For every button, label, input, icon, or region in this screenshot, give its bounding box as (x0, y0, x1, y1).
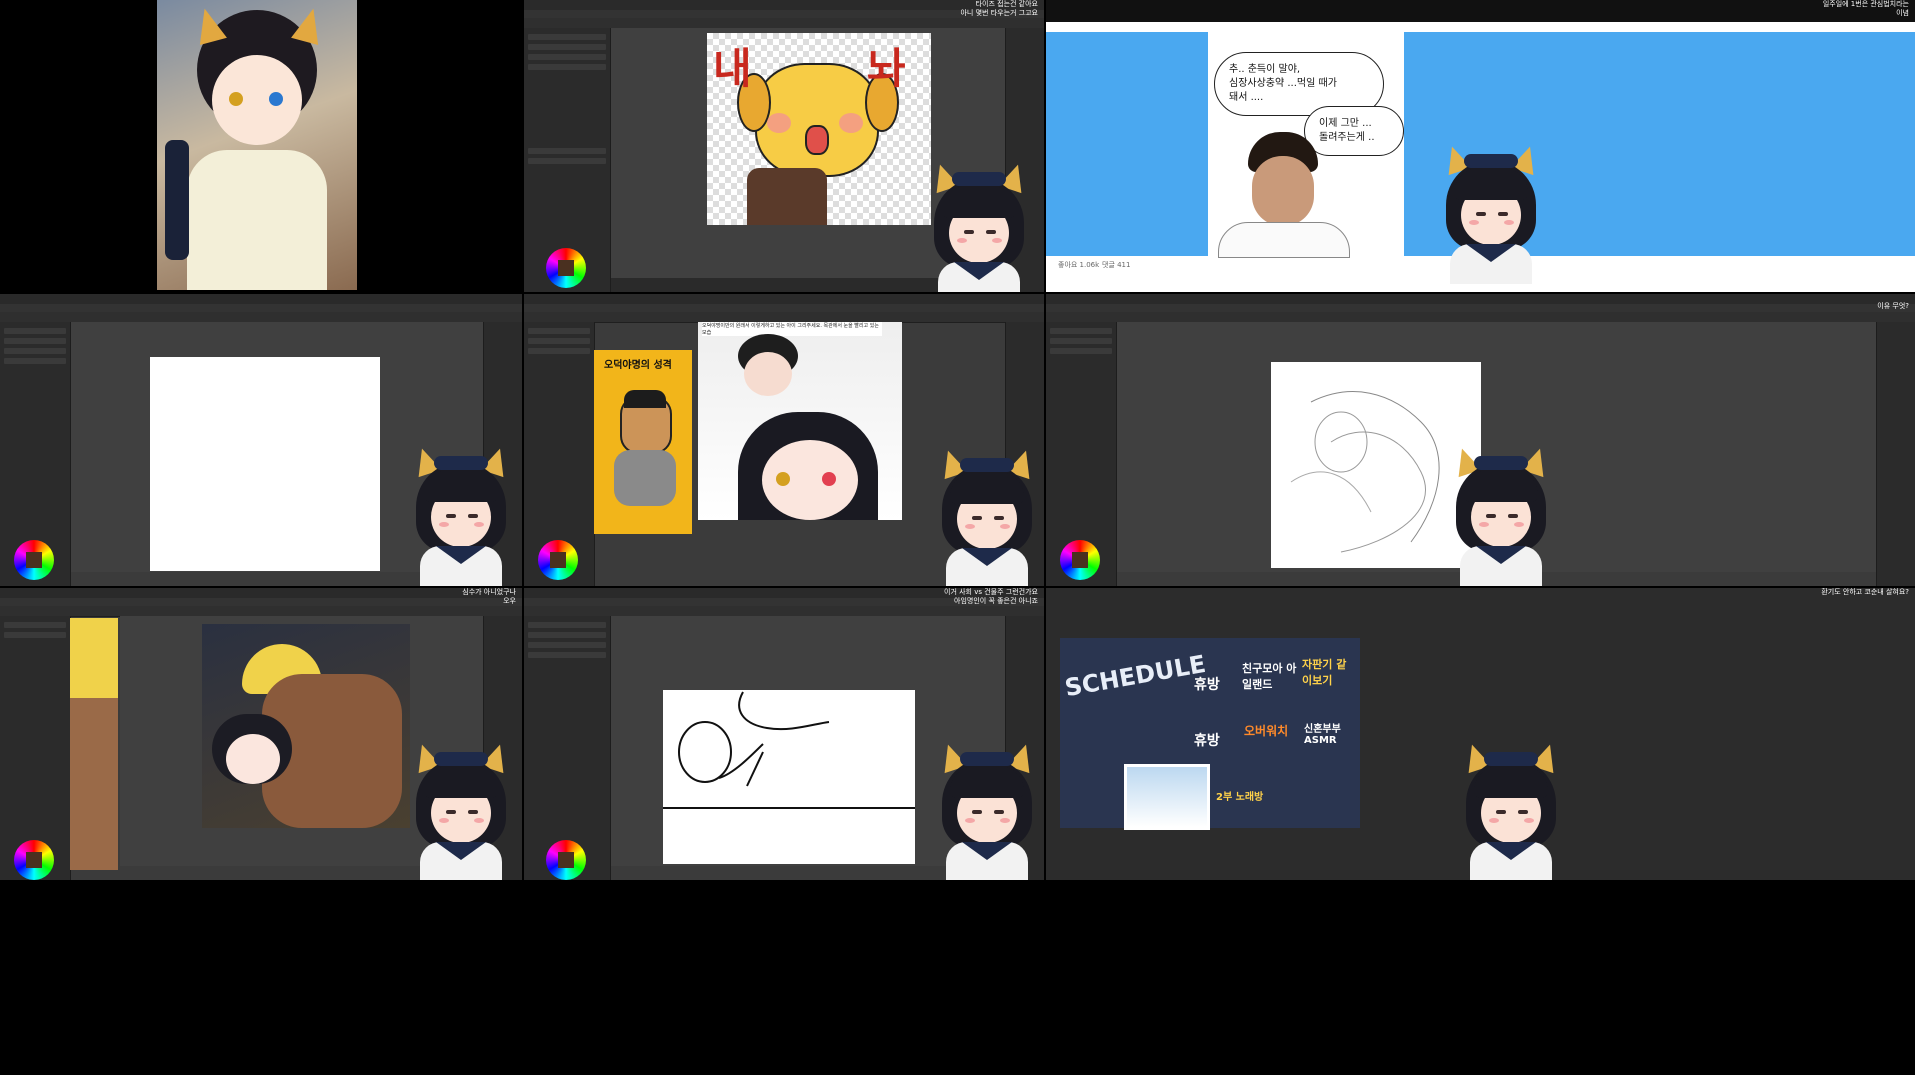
yellow-card-title: 오덕야명의 성격 (604, 360, 672, 371)
color-wheel-icon[interactable] (546, 248, 586, 288)
color-wheel-icon[interactable] (14, 840, 54, 880)
sticker-text-right: 놔 (867, 44, 906, 93)
cell-clipstudio-handwriting: 이거 사회 vs 건물주 그런건가요 아임명인이 꼭 좋은건 아니죠 (524, 588, 1044, 880)
yellow-card: 오덕야명의 성격 (594, 350, 692, 534)
cell-webtoon: 일주일에 1번은 관심법치라는 이념 추.. 춘득이 말야, 심장사상충약 ..… (1046, 0, 1915, 292)
vtuber-avatar (924, 158, 1034, 292)
schedule-item: 휴방 (1194, 733, 1220, 749)
schedule-item: 휴방 (1194, 677, 1220, 693)
schedule-item: 자판기 같이보기 (1302, 658, 1347, 687)
color-wheel-icon[interactable] (538, 540, 578, 580)
chat-overlay: 일주일에 1번은 관심법치라는 이념 (1822, 0, 1909, 17)
reference-face (70, 618, 118, 870)
likes-count[interactable]: 좋아요 1.06k (1058, 260, 1099, 270)
left-tool-panel[interactable] (524, 616, 611, 880)
chat-overlay: 타이즈 접는건 같아요 아니 몇번 타우는거 그고요 (960, 0, 1038, 17)
vtuber-avatar (1436, 140, 1546, 284)
illustration-art (157, 0, 357, 290)
schedule-item: 신혼부부 ASMR (1304, 724, 1341, 746)
left-tool-panel[interactable] (1046, 322, 1117, 586)
vtuber-avatar (406, 442, 516, 586)
cell-clipstudio-reference: 오덕야명의 성격 오덕야명이만의 원래서 이렇게하고 있는 아이 그리주세요. … (524, 294, 1044, 586)
cell-clipstudio-sticker: 내 놔 타이즈 접는건 같아요 아니 몇번 타우는거 그고요 (524, 0, 1044, 292)
left-tool-panel[interactable] (0, 616, 71, 880)
handwriting-paper (663, 690, 915, 864)
color-wheel-icon[interactable] (1060, 540, 1100, 580)
sticker-canvas: 내 놔 (707, 33, 931, 225)
schedule-item: 오버워치 (1244, 724, 1289, 738)
vtuber-avatar (406, 738, 516, 880)
cell-schedule-poster: 환기도 안하고 코순내 살혀요? SCHEDULE 휴방 친구모아 아일랜드 자… (1046, 588, 1915, 880)
color-wheel-icon[interactable] (14, 540, 54, 580)
chat-overlay: 심수가 아니었구나 오우 (462, 588, 516, 605)
cell-clipstudio-sketch: 이유 무엇? (1046, 294, 1915, 586)
crying-illustration: 오덕야명이만의 원래서 이렇게하고 있는 아이 그리주세요. 목관에서 눈을 빨… (698, 322, 902, 520)
handwriting-strokes (663, 691, 915, 809)
sticker-text-left: 내 (713, 44, 752, 93)
cell-clipstudio-blank (0, 294, 522, 586)
vtuber-avatar (932, 444, 1042, 586)
chat-overlay: 이유 무엇? (1877, 302, 1909, 310)
cell-illustration (0, 0, 522, 292)
schedule-title: SCHEDULE (1062, 649, 1208, 703)
caption: 오덕야명이만의 원래서 이렇게하고 있는 아이 그리주세요. 목관에서 눈을 빨… (702, 322, 882, 336)
vtuber-avatar (1446, 442, 1556, 586)
schedule-item: 친구모아 아일랜드 (1242, 662, 1297, 691)
comments-count[interactable]: 댓글 411 (1102, 260, 1130, 270)
vtuber-avatar (932, 738, 1042, 880)
schedule-poster: SCHEDULE 휴방 친구모아 아일랜드 자판기 같이보기 휴방 오버워치 신… (1060, 638, 1360, 830)
chat-overlay: 이거 사회 vs 건물주 그런건가요 아임명인이 꼭 좋은건 아니죠 (944, 588, 1038, 605)
speech-bubble-2: 이제 그만 ... 돌려주는게 .. (1304, 106, 1404, 156)
vtuber-avatar (1456, 738, 1566, 880)
left-tool-panel[interactable] (524, 322, 595, 586)
left-tool-panel[interactable] (524, 28, 611, 292)
hug-illustration (202, 624, 410, 828)
cell-clipstudio-hug: 심수가 아니었구나 오우 (0, 588, 522, 880)
color-wheel-icon[interactable] (546, 840, 586, 880)
left-tool-panel[interactable] (0, 322, 71, 586)
schedule-item: 2부 노래방 (1216, 792, 1264, 803)
chat-overlay: 환기도 안하고 코순내 살혀요? (1821, 588, 1909, 596)
stream-grid: 내 놔 타이즈 접는건 같아요 아니 몇번 타우는거 그고요 일주일에 1번은 … (0, 0, 1915, 1075)
